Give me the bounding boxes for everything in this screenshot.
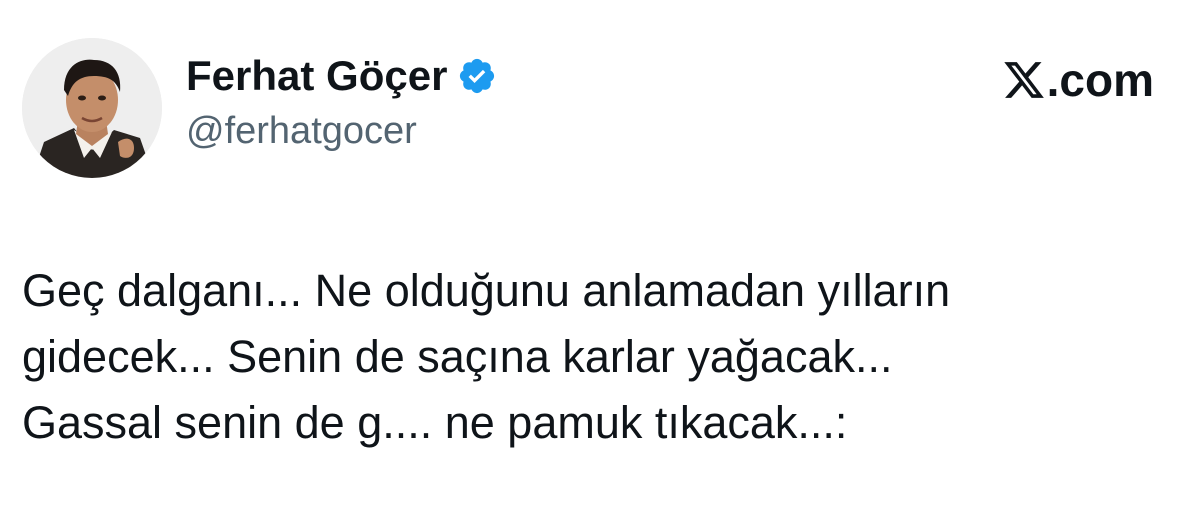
tweet-text-line: Gassal senin de g.... ne pamuk tıkacak..…: [22, 397, 848, 448]
brand-mark: .com: [1002, 52, 1154, 108]
avatar-photo-icon: [22, 38, 162, 178]
brand-domain-text: .com: [1046, 54, 1154, 106]
author-name-row: Ferhat Göçer: [186, 50, 497, 102]
author-display-name[interactable]: Ferhat Göçer: [186, 52, 447, 100]
verified-badge-icon: [457, 56, 497, 96]
tweet-text: Geç dalganı... Ne olduğunu anlamadan yıl…: [22, 258, 1152, 456]
tweet-text-line: Geç dalganı... Ne olduğunu anlamadan yıl…: [22, 265, 951, 316]
tweet-card: Ferhat Göçer @ferhatgocer .com Geç dalga…: [0, 0, 1200, 524]
author-avatar[interactable]: [22, 38, 162, 178]
author-handle[interactable]: @ferhatgocer: [186, 110, 417, 153]
tweet-text-line: gidecek... Senin de saçına karlar yağaca…: [22, 331, 893, 382]
x-logo-icon: [1002, 58, 1046, 102]
